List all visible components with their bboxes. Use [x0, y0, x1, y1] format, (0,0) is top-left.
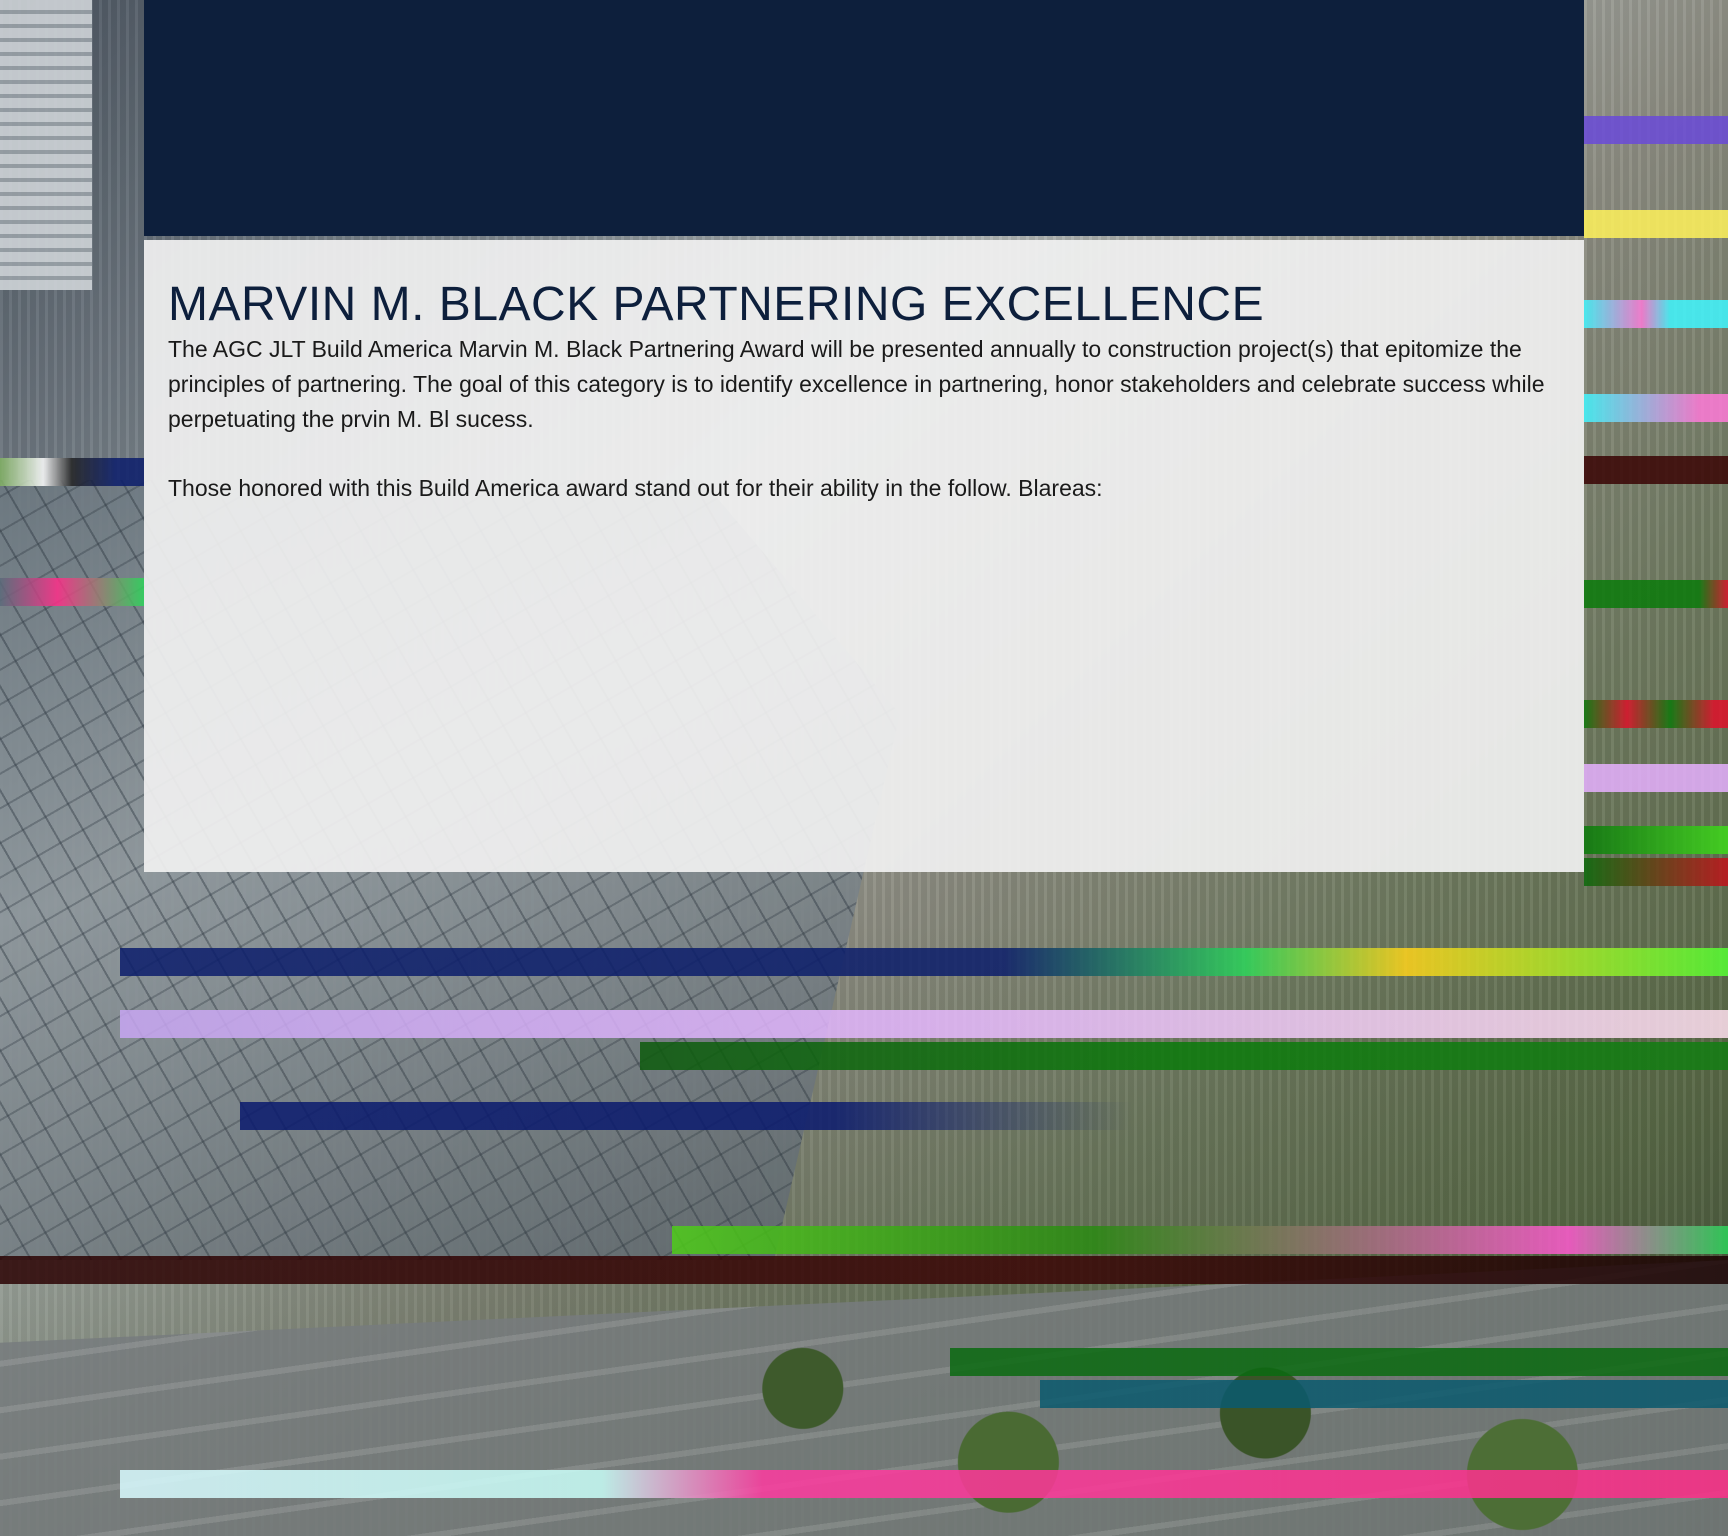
glitch-band — [240, 1102, 1728, 1130]
award-criteria-paragraph: Those honored with this Build America aw… — [168, 475, 1103, 501]
glitch-band — [1584, 210, 1728, 238]
glitch-band — [1584, 580, 1728, 608]
glitch-band — [120, 1470, 1728, 1498]
glitch-band — [1584, 394, 1728, 422]
award-intro-paragraph: The AGC JLT Build America Marvin M. Blac… — [168, 336, 1545, 432]
glitch-band — [950, 1348, 1728, 1376]
award-title: MARVIN M. BLACK PARTNERING EXCELLENCE — [168, 278, 1265, 331]
glitch-band — [0, 578, 144, 606]
background-trees — [700, 1290, 1728, 1536]
glitch-band — [1584, 700, 1728, 728]
glitch-band — [1584, 300, 1728, 328]
award-description-card: MARVIN M. BLACK PARTNERING EXCELLENCE Th… — [144, 240, 1584, 872]
glitch-band — [1584, 826, 1728, 854]
glitch-band — [1584, 764, 1728, 792]
background-tower — [0, 0, 92, 290]
glitch-band — [1584, 858, 1728, 886]
glitch-band — [0, 458, 144, 486]
header-band — [144, 0, 1584, 236]
glitch-band — [120, 948, 1728, 976]
glitch-band — [640, 1042, 1728, 1070]
glitch-band — [672, 1226, 1728, 1254]
glitch-band — [1040, 1380, 1728, 1408]
glitch-band — [0, 1256, 1728, 1284]
glitch-band — [1584, 116, 1728, 144]
page: MARVIN M. BLACK PARTNERING EXCELLENCE Th… — [0, 0, 1728, 1536]
glitch-band — [120, 1010, 1728, 1038]
glitch-band — [1584, 456, 1728, 484]
